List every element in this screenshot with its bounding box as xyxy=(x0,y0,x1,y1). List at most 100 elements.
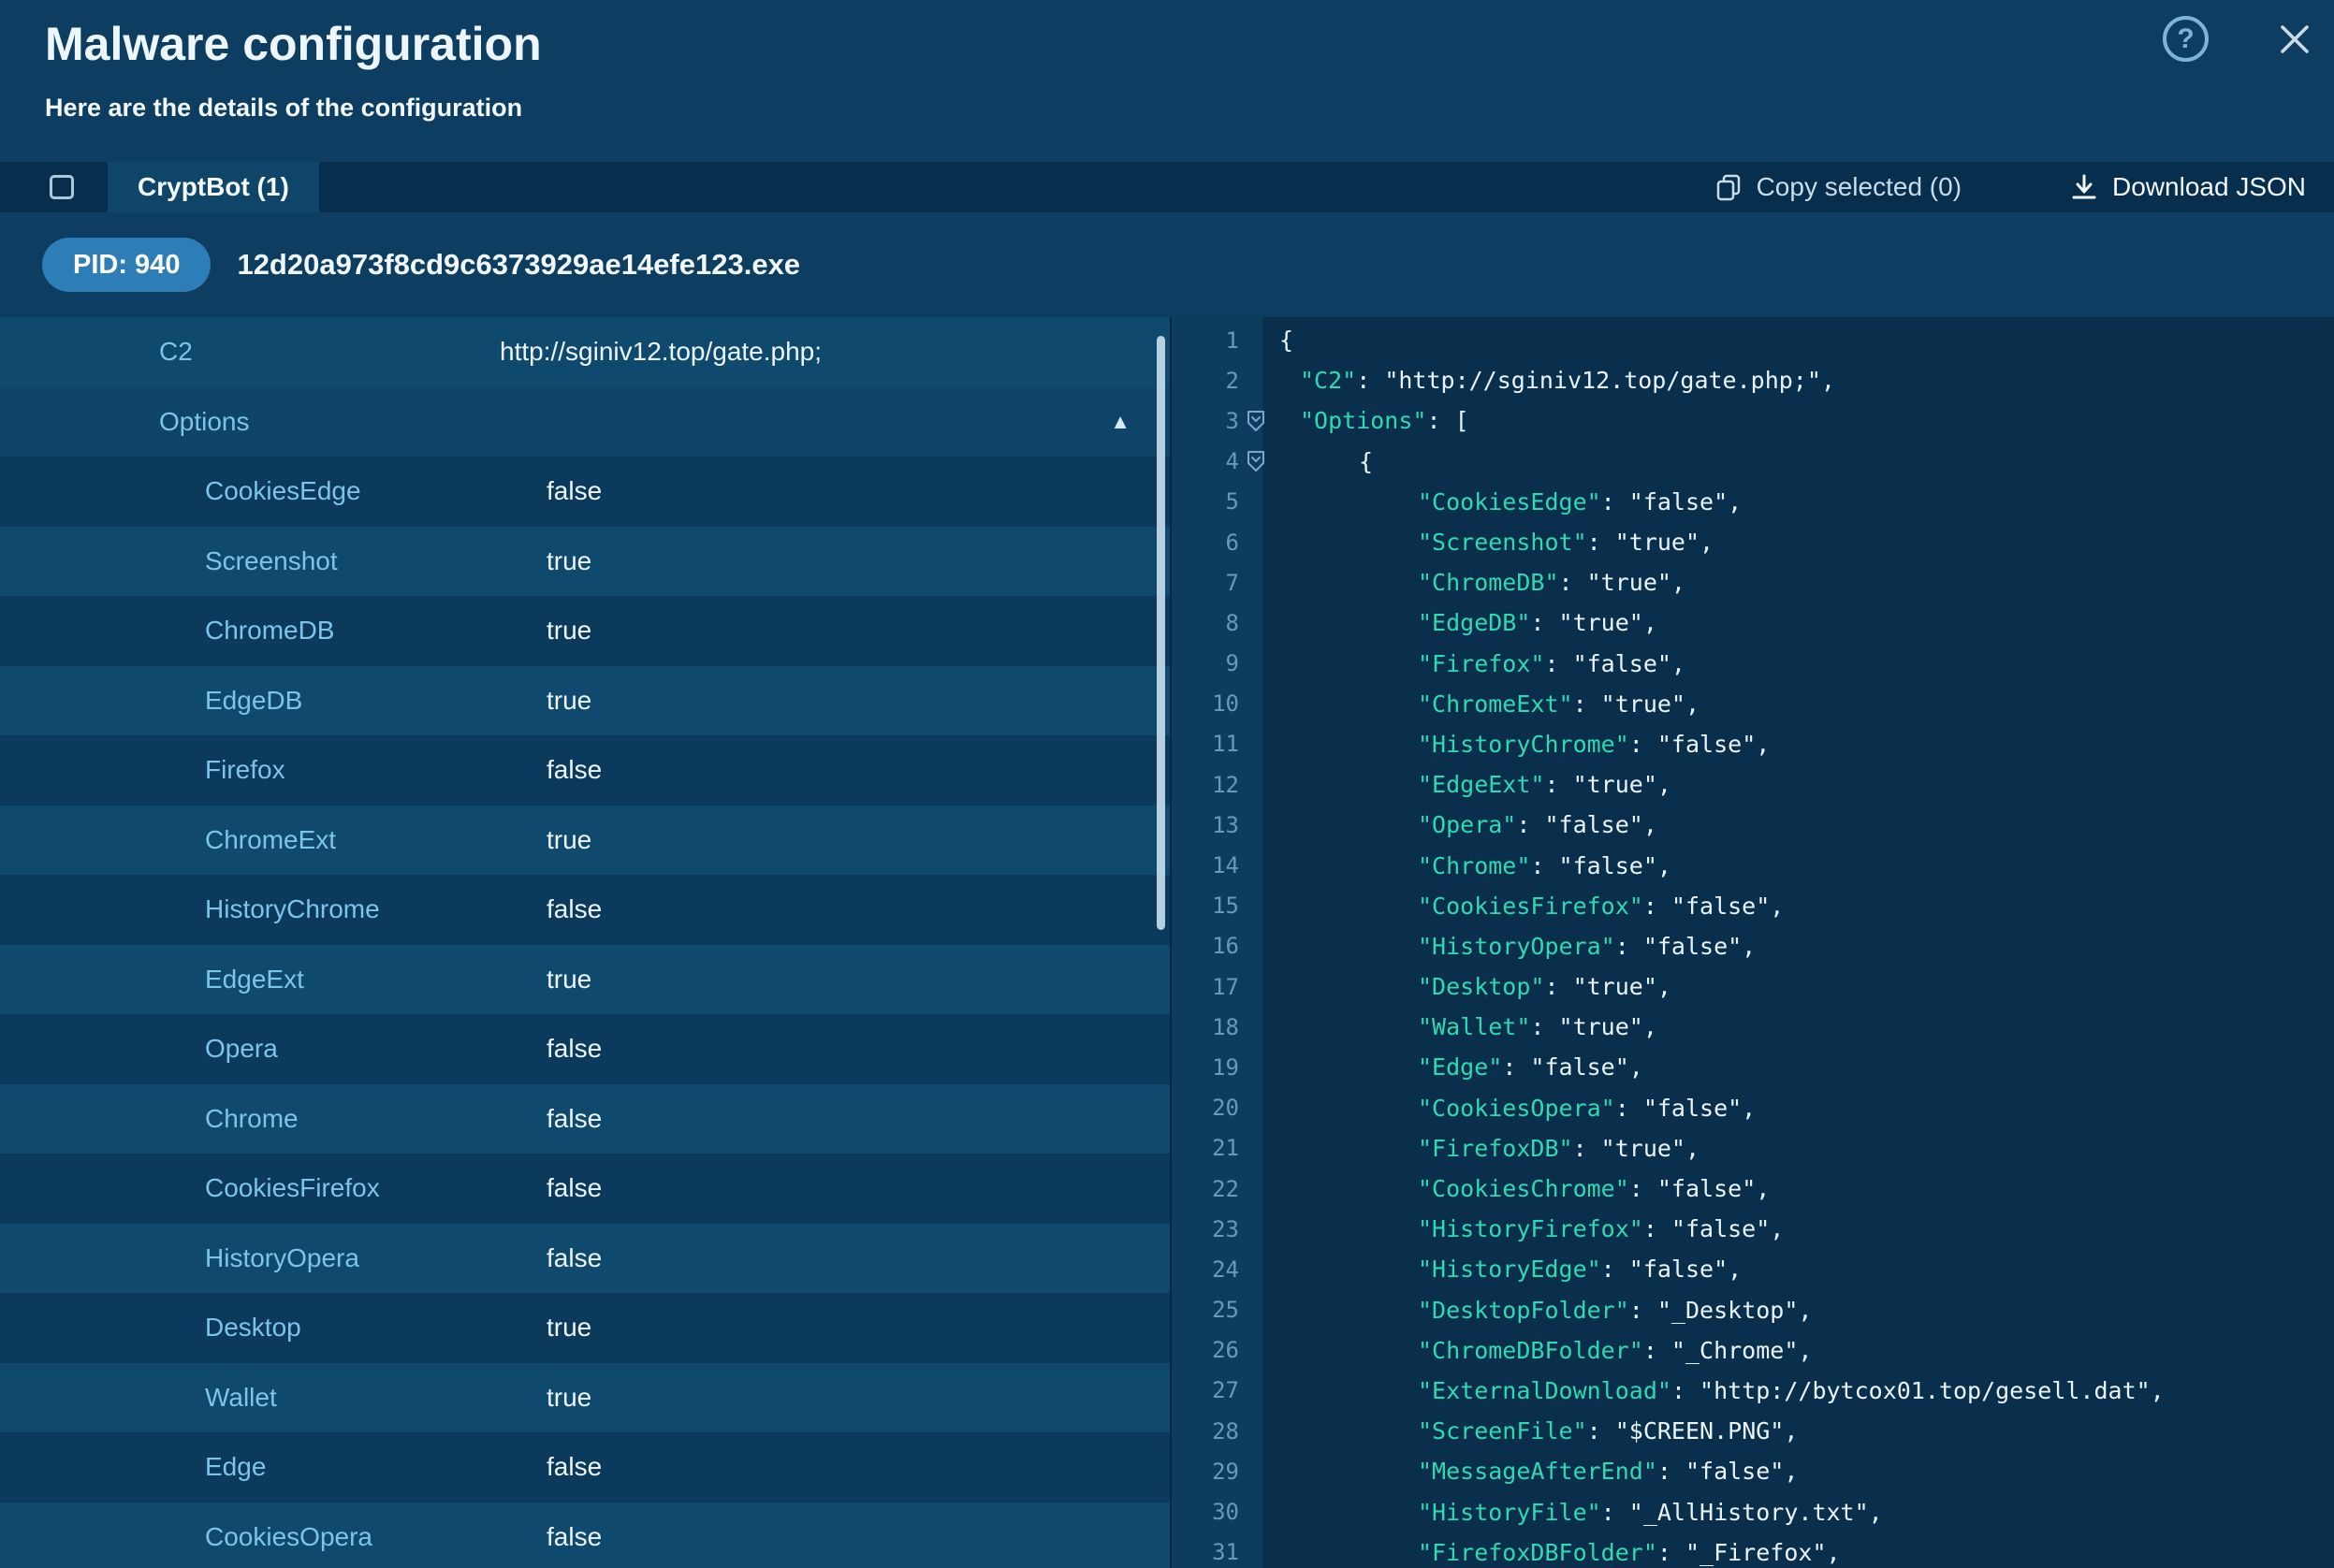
collapse-arrow-icon[interactable]: ▲ xyxy=(1110,410,1131,434)
json-key: "Edge" xyxy=(1418,1053,1502,1081)
json-line: 24 "HistoryEdge": "false", xyxy=(1172,1249,2334,1289)
option-key: HistoryChrome xyxy=(0,894,547,924)
json-line: 17"Desktop": "true", xyxy=(1172,966,2334,1007)
json-key: "Desktop" xyxy=(1418,973,1544,1000)
option-value: true xyxy=(547,1313,1170,1343)
json-viewer-pane: 1{2"C2": "http://sginiv12.top/gate.php;"… xyxy=(1170,317,2334,1568)
json-line: 30"HistoryFile": "_AllHistory.txt", xyxy=(1172,1491,2334,1532)
json-key: "CookiesFirefox" xyxy=(1418,893,1643,920)
option-key: CookiesEdge xyxy=(0,476,547,506)
tab-bar: CryptBot (1) Copy selected (0) Download … xyxy=(0,162,2334,212)
download-json-label: Download JSON xyxy=(2112,172,2306,202)
config-option-row[interactable]: HistoryChromefalse xyxy=(0,875,1170,945)
json-value: : "false", xyxy=(1601,488,1743,515)
left-pane-scrollbar[interactable] xyxy=(1157,336,1165,930)
json-code: "Edge": "false", xyxy=(1279,1053,1643,1081)
copy-selected-label: Copy selected (0) xyxy=(1757,172,1962,202)
line-number: 2 xyxy=(1172,368,1239,394)
line-number: 18 xyxy=(1172,1014,1239,1040)
json-code: "Firefox": "false", xyxy=(1279,650,1685,677)
config-option-row[interactable]: CookiesOperafalse xyxy=(0,1503,1170,1568)
json-key: "FirefoxDB" xyxy=(1418,1135,1573,1162)
help-icon[interactable]: ? xyxy=(2163,16,2209,62)
page-title: Malware configuration xyxy=(45,17,542,71)
config-option-row[interactable]: Screenshottrue xyxy=(0,527,1170,597)
json-line: 21"FirefoxDB": "true", xyxy=(1172,1128,2334,1169)
fold-toggle-icon[interactable] xyxy=(1247,450,1265,472)
select-all-checkbox[interactable] xyxy=(50,175,74,199)
config-option-row[interactable]: Operafalse xyxy=(0,1014,1170,1084)
config-key: C2 xyxy=(0,337,500,367)
option-key: Wallet xyxy=(0,1383,547,1413)
json-value: : "_Chrome", xyxy=(1643,1337,1813,1364)
json-line: 29"MessageAfterEnd": "false", xyxy=(1172,1451,2334,1491)
json-code: "HistoryOpera": "false", xyxy=(1279,933,1756,960)
fold-toggle-icon[interactable] xyxy=(1247,410,1265,432)
line-number: 26 xyxy=(1172,1337,1239,1363)
option-value: false xyxy=(547,894,1170,924)
config-option-row[interactable]: ChromeDBtrue xyxy=(0,596,1170,666)
malware-configuration-modal: Malware configuration Here are the detai… xyxy=(0,0,2334,1568)
json-line: 4{ xyxy=(1172,442,2334,482)
json-value: : "true", xyxy=(1530,609,1656,636)
config-option-row[interactable]: EdgeExttrue xyxy=(0,945,1170,1015)
json-code: "Options": [ xyxy=(1279,407,1469,434)
json-line: 19"Edge": "false", xyxy=(1172,1047,2334,1087)
line-number: 23 xyxy=(1172,1216,1239,1242)
json-key: "HistoryEdge" xyxy=(1418,1256,1601,1283)
copy-selected-button[interactable]: Copy selected (0) xyxy=(1714,172,1962,202)
config-option-row[interactable]: HistoryOperafalse xyxy=(0,1224,1170,1294)
config-option-row[interactable]: Wallettrue xyxy=(0,1363,1170,1433)
config-option-row[interactable]: Chromefalse xyxy=(0,1084,1170,1154)
config-option-row[interactable]: Desktoptrue xyxy=(0,1293,1170,1363)
json-value: : "false", xyxy=(1502,1053,1643,1081)
json-code: "CookiesEdge": "false", xyxy=(1279,488,1742,515)
json-value: : "false", xyxy=(1601,1256,1743,1283)
download-json-button[interactable]: Download JSON xyxy=(2069,172,2306,202)
tab-cryptbot[interactable]: CryptBot (1) xyxy=(108,162,319,212)
json-key: "MessageAfterEnd" xyxy=(1418,1458,1657,1485)
config-row-c2[interactable]: C2 http://sginiv12.top/gate.php; xyxy=(0,317,1170,387)
json-line: 27"ExternalDownload": "http://bytcox01.t… xyxy=(1172,1371,2334,1411)
option-value: false xyxy=(547,1034,1170,1064)
json-key: "ChromeExt" xyxy=(1418,690,1573,718)
json-key: "Options" xyxy=(1300,407,1426,434)
config-option-row[interactable]: ChromeExttrue xyxy=(0,806,1170,876)
config-option-row[interactable]: CookiesFirefoxfalse xyxy=(0,1154,1170,1224)
json-value: : "false", xyxy=(1516,811,1657,838)
line-number: 5 xyxy=(1172,488,1239,515)
json-code: "FirefoxDBFolder": "_Firefox", xyxy=(1279,1539,1841,1566)
option-value: true xyxy=(547,686,1170,716)
json-value: : "false", xyxy=(1643,893,1785,920)
json-key: "Screenshot" xyxy=(1418,529,1587,556)
line-number: 24 xyxy=(1172,1256,1239,1283)
config-option-row[interactable]: Edgefalse xyxy=(0,1432,1170,1503)
json-key: "HistoryChrome" xyxy=(1418,731,1629,758)
json-value: : "false", xyxy=(1643,1215,1785,1242)
download-icon xyxy=(2069,172,2099,202)
json-code: "Screenshot": "true", xyxy=(1279,529,1714,556)
close-icon[interactable] xyxy=(2274,19,2315,60)
json-line: 2"C2": "http://sginiv12.top/gate.php;", xyxy=(1172,360,2334,400)
json-code: "EdgeDB": "true", xyxy=(1279,609,1657,636)
json-key: "HistoryFirefox" xyxy=(1418,1215,1643,1242)
line-number: 22 xyxy=(1172,1176,1239,1202)
json-code: "HistoryEdge": "false", xyxy=(1279,1256,1742,1283)
config-option-row[interactable]: EdgeDBtrue xyxy=(0,666,1170,736)
option-key: Firefox xyxy=(0,755,547,785)
json-value: : "$CREEN.PNG", xyxy=(1587,1417,1799,1445)
json-code: "Wallet": "true", xyxy=(1279,1013,1657,1040)
pid-badge: PID: 940 xyxy=(42,238,211,292)
option-value: true xyxy=(547,825,1170,855)
config-key: Options xyxy=(0,407,500,437)
line-number: 15 xyxy=(1172,893,1239,919)
config-option-row[interactable]: CookiesEdgefalse xyxy=(0,457,1170,527)
option-key: ChromeDB xyxy=(0,616,547,646)
config-row-options[interactable]: Options ▲ xyxy=(0,387,1170,457)
json-key: "HistoryOpera" xyxy=(1418,933,1615,960)
json-value: : "true", xyxy=(1530,1013,1656,1040)
line-number: 11 xyxy=(1172,731,1239,757)
json-line: 15 "CookiesFirefox": "false", xyxy=(1172,886,2334,926)
config-option-row[interactable]: Firefoxfalse xyxy=(0,735,1170,806)
json-value: : "_AllHistory.txt", xyxy=(1601,1499,1883,1526)
